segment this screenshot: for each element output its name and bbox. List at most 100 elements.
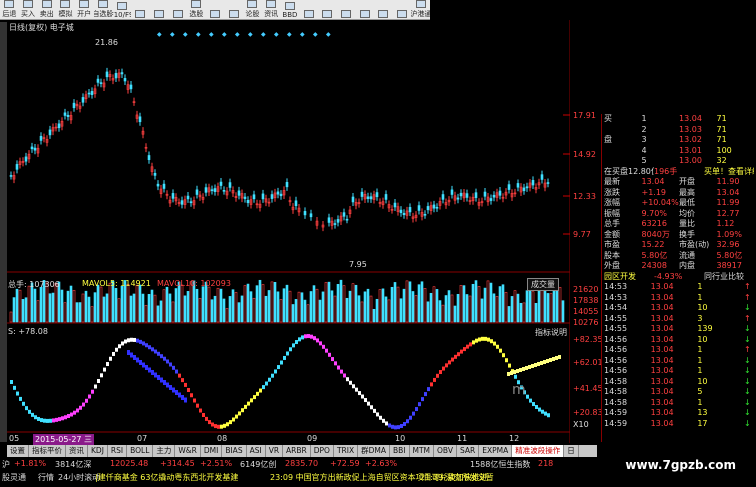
- indicator-mark: [409, 415, 412, 420]
- volume-bar: [117, 298, 121, 323]
- toolbar-button[interactable]: [131, 0, 150, 19]
- toolbar-button[interactable]: 论股: [243, 0, 262, 19]
- tab-17[interactable]: MTM: [410, 445, 435, 457]
- kline-chart[interactable]: ◆ ◆ ◆ ◆ ◆ ◆ ◆ ◆ ◆ ◆ ◆ ◆ ◆ ◆ 日线(复权) 电子城 21.86 7.95 17.…: [7, 20, 603, 445]
- tick-cell: 13.04: [650, 397, 674, 407]
- toolbar-button[interactable]: 选股: [187, 0, 206, 19]
- volume-bar: [36, 300, 40, 323]
- toolbar-button[interactable]: [150, 0, 169, 19]
- indicator-mark: [519, 368, 522, 372]
- tab-12[interactable]: ARBR: [283, 445, 311, 457]
- tick-cell: 13.04: [650, 408, 674, 417]
- tab-9[interactable]: BIAS: [222, 445, 247, 457]
- tab-15[interactable]: 群DMA: [358, 445, 390, 457]
- toolbar-button[interactable]: BBD: [281, 0, 300, 19]
- tab-14[interactable]: TRIX: [334, 445, 359, 457]
- volume-bar: [231, 289, 235, 323]
- tab-0[interactable]: 设置: [7, 445, 29, 457]
- candle: [171, 193, 175, 199]
- toolbar-button[interactable]: 卖出: [37, 0, 56, 19]
- tab-8[interactable]: DMI: [201, 445, 223, 457]
- toolbar-button[interactable]: [224, 0, 243, 19]
- indicator-mark: [262, 385, 265, 390]
- toolbar-button[interactable]: 买入: [19, 0, 38, 19]
- tab-13[interactable]: DPO: [311, 445, 334, 457]
- candle: [210, 189, 214, 191]
- volume-bar: [93, 292, 97, 323]
- chart-canvas[interactable]: ◆ ◆ ◆ ◆ ◆ ◆ ◆ ◆ ◆ ◆ ◆ ◆ ◆ ◆: [7, 20, 570, 443]
- volume-bar: [159, 300, 163, 323]
- volume-bar: [96, 284, 100, 323]
- tab-2[interactable]: 资讯: [66, 445, 88, 457]
- signal-diamond: ◆: [235, 31, 240, 38]
- volume-bar: [219, 288, 223, 323]
- indicator-mark: [31, 412, 34, 417]
- indicator-mark: [268, 377, 271, 382]
- tab-11[interactable]: VR: [266, 445, 284, 457]
- indicator-mark: [139, 339, 142, 344]
- tab-6[interactable]: 主力: [153, 445, 176, 457]
- toolbar-button[interactable]: F10/F9: [112, 0, 131, 19]
- volume-bar: [450, 294, 454, 323]
- toolbar-button[interactable]: [318, 0, 337, 19]
- tab-4[interactable]: RSI: [108, 445, 128, 457]
- indicator-mark: [211, 422, 214, 427]
- indicator-mark: [169, 362, 172, 367]
- tab-20[interactable]: EXPMA: [479, 445, 513, 457]
- volume-bar: [138, 284, 142, 323]
- buy-row: 2 13.03 71: [602, 125, 756, 136]
- tab-21[interactable]: 精准波段操作: [512, 445, 565, 457]
- toolbar-button[interactable]: [168, 0, 187, 19]
- tick-row: 14:55 13.04 139 ↓: [602, 324, 756, 335]
- volume-tick: 21620: [573, 285, 599, 294]
- volume-bar: [363, 291, 367, 323]
- tab-19[interactable]: SAR: [457, 445, 480, 457]
- tab-3[interactable]: KDJ: [88, 445, 108, 457]
- toolbar-button[interactable]: 资讯: [262, 0, 281, 19]
- volume-bar: [516, 293, 520, 323]
- indicator-mark: [397, 425, 400, 430]
- candle: [546, 182, 550, 184]
- candle: [24, 156, 28, 162]
- mavol5-label: MAVOL5: 114921: [82, 279, 151, 288]
- toolbar-button[interactable]: 后退: [0, 0, 19, 19]
- tick-cell: 10: [697, 376, 708, 386]
- toolbar-button[interactable]: [393, 0, 412, 19]
- tab-1[interactable]: 指标平价: [29, 445, 66, 457]
- indicator-mark: [469, 342, 472, 347]
- volume-dropdown[interactable]: 成交量: [527, 278, 559, 291]
- toolbar-button[interactable]: 自选股: [94, 0, 112, 19]
- candle: [366, 196, 370, 199]
- tab-7[interactable]: W&R: [175, 445, 201, 457]
- candle: [516, 183, 520, 188]
- volume-bar: [357, 295, 361, 323]
- indicator-mark: [528, 365, 531, 369]
- candle: [279, 193, 283, 197]
- volume-bar: [225, 308, 229, 323]
- buy-row: 4 13.01 100: [602, 146, 756, 157]
- toolbar-button[interactable]: 沪港通: [411, 0, 430, 19]
- volume-bar: [285, 284, 289, 323]
- toolbar-button[interactable]: [206, 0, 225, 19]
- indicator-mark: [454, 354, 457, 359]
- indicator-mark: [49, 418, 52, 423]
- tab-10[interactable]: ASI: [247, 445, 266, 457]
- quote-cell: 换手: [679, 229, 695, 239]
- indicator-mark: [58, 417, 61, 422]
- toolbar-button[interactable]: [299, 0, 318, 19]
- tab-18[interactable]: OBV: [434, 445, 457, 457]
- toolbar-button[interactable]: 模拟: [56, 0, 75, 19]
- candle: [498, 190, 502, 196]
- toolbar-button[interactable]: 开户: [75, 0, 94, 19]
- tab-22[interactable]: 日: [564, 445, 579, 457]
- tab-16[interactable]: BBI: [390, 445, 410, 457]
- tab-5[interactable]: BOLL: [127, 445, 154, 457]
- toolbar-button[interactable]: [337, 0, 356, 19]
- indicator-mark: [37, 416, 40, 421]
- indicator-mark: [133, 355, 136, 360]
- indicator-help-button[interactable]: 指标说明: [535, 327, 567, 338]
- volume-bar: [390, 286, 394, 323]
- toolbar-button[interactable]: [355, 0, 374, 19]
- toolbar-button[interactable]: [374, 0, 393, 19]
- indicator-mark: [415, 407, 418, 412]
